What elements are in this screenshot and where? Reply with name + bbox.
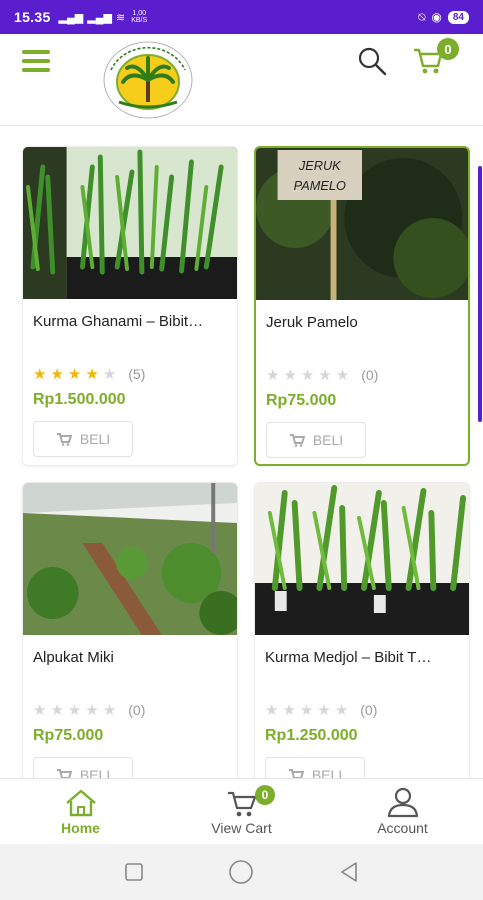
network-speed: 1,00 KB/S bbox=[131, 10, 147, 24]
buy-button[interactable]: BELI bbox=[33, 757, 133, 778]
star-icon: ★ bbox=[300, 367, 315, 384]
buy-button-label: BELI bbox=[312, 432, 344, 448]
buy-button[interactable]: BELI bbox=[33, 421, 133, 457]
brand-logo bbox=[103, 41, 193, 119]
cart-count-badge: 0 bbox=[255, 785, 275, 805]
review-count: (0) bbox=[360, 702, 378, 718]
product-image bbox=[255, 483, 469, 635]
buy-button[interactable]: BELI bbox=[266, 422, 366, 458]
nav-view-cart[interactable]: View Cart 0 bbox=[161, 779, 322, 844]
product-card[interactable]: Alpukat Miki ★ ★ ★ ★ ★ (0) Rp75.000 BELI bbox=[22, 482, 238, 778]
network-speed-unit: KB/S bbox=[131, 17, 148, 24]
nav-cart-label: View Cart bbox=[211, 820, 272, 836]
signal-icon: ▂▄▆ bbox=[58, 11, 84, 24]
buy-button[interactable]: BELI bbox=[265, 757, 365, 778]
back-icon[interactable] bbox=[336, 859, 362, 885]
star-icon: ★ bbox=[266, 367, 280, 384]
product-price: Rp75.000 bbox=[266, 392, 337, 409]
product-image: JERUK PAMELO bbox=[256, 148, 468, 300]
signal-icon-2: ▂▄▆ bbox=[87, 11, 112, 24]
cart-icon bbox=[56, 433, 72, 446]
cart-icon bbox=[288, 769, 304, 778]
status-time: 15.35 bbox=[14, 9, 51, 25]
nav-account-label: Account bbox=[377, 820, 428, 836]
review-count: (5) bbox=[128, 366, 146, 382]
cart-count-badge: 0 bbox=[437, 38, 459, 60]
product-title[interactable]: Alpukat Miki bbox=[33, 649, 229, 666]
star-icon: ★ bbox=[50, 366, 64, 383]
star-icon: ★ bbox=[335, 367, 350, 384]
product-card[interactable]: JERUK PAMELO Jeruk Pamelo ★ ★ ★ ★ ★ (0) … bbox=[254, 146, 470, 466]
buy-button-label: BELI bbox=[311, 767, 343, 778]
cart-icon bbox=[289, 434, 305, 447]
system-navigation-bar bbox=[0, 844, 483, 900]
star-icon: ★ bbox=[50, 702, 64, 719]
star-icon: ★ bbox=[67, 702, 82, 719]
product-rating: ★ ★ ★ ★ ★ (5) bbox=[33, 365, 145, 383]
product-title[interactable]: Kurma Ghanami – Bibit… bbox=[33, 313, 229, 330]
nav-home[interactable]: Home bbox=[0, 779, 161, 844]
buy-button-label: BELI bbox=[79, 767, 111, 778]
star-icon: ★ bbox=[265, 702, 279, 719]
star-icon: ★ bbox=[85, 366, 99, 383]
home-circle-icon[interactable] bbox=[228, 859, 254, 885]
wifi-icon: ≋ bbox=[115, 11, 126, 24]
buy-button-label: BELI bbox=[79, 431, 111, 447]
star-icon: ★ bbox=[85, 702, 99, 719]
star-icon: ★ bbox=[102, 702, 117, 719]
star-icon: ★ bbox=[282, 702, 296, 719]
product-image bbox=[23, 483, 237, 635]
review-count: (0) bbox=[361, 367, 379, 383]
product-image bbox=[23, 147, 237, 299]
cart-icon bbox=[227, 791, 256, 817]
svg-text:PAMELO: PAMELO bbox=[294, 178, 346, 193]
search-icon[interactable] bbox=[357, 46, 387, 76]
scrollbar[interactable] bbox=[478, 166, 482, 422]
nav-home-label: Home bbox=[61, 820, 100, 836]
star-icon: ★ bbox=[334, 702, 349, 719]
product-rating: ★ ★ ★ ★ ★ (0) bbox=[266, 366, 378, 384]
header-cart-button[interactable]: 0 bbox=[412, 38, 462, 80]
app-header: 0 bbox=[0, 34, 483, 126]
alarm-icon: ◉ bbox=[431, 10, 442, 24]
battery-indicator: 84 bbox=[447, 10, 469, 24]
star-icon: ★ bbox=[283, 367, 297, 384]
product-price: Rp1.500.000 bbox=[33, 391, 126, 408]
product-rating: ★ ★ ★ ★ ★ (0) bbox=[265, 701, 377, 719]
star-icon: ★ bbox=[318, 367, 332, 384]
home-icon bbox=[65, 789, 96, 817]
mute-icon: ⍉ bbox=[418, 9, 426, 24]
star-icon: ★ bbox=[33, 366, 47, 383]
star-icon: ★ bbox=[299, 702, 314, 719]
product-rating: ★ ★ ★ ★ ★ (0) bbox=[33, 701, 145, 719]
account-icon bbox=[387, 787, 418, 818]
nav-account[interactable]: Account bbox=[322, 779, 483, 844]
star-icon: ★ bbox=[67, 366, 82, 383]
star-icon: ★ bbox=[317, 702, 331, 719]
product-grid[interactable]: Kurma Ghanami – Bibit… ★ ★ ★ ★ ★ (5) Rp1… bbox=[0, 126, 483, 778]
cart-icon bbox=[56, 769, 72, 778]
network-speed-value: 1,00 bbox=[132, 10, 146, 17]
bottom-navigation: Home View Cart 0 Account bbox=[0, 778, 483, 844]
svg-text:JERUK: JERUK bbox=[298, 158, 342, 173]
product-card[interactable]: Kurma Ghanami – Bibit… ★ ★ ★ ★ ★ (5) Rp1… bbox=[22, 146, 238, 466]
recents-icon[interactable] bbox=[121, 859, 147, 885]
menu-icon[interactable] bbox=[22, 50, 50, 72]
status-bar: 15.35 ▂▄▆ ▂▄▆ ≋ 1,00 KB/S ⍉ ◉ 84 bbox=[0, 0, 483, 34]
product-title[interactable]: Kurma Medjol – Bibit T… bbox=[265, 649, 461, 666]
product-price: Rp1.250.000 bbox=[265, 727, 358, 744]
product-title[interactable]: Jeruk Pamelo bbox=[266, 314, 462, 331]
product-price: Rp75.000 bbox=[33, 727, 104, 744]
star-icon: ★ bbox=[102, 366, 117, 383]
star-icon: ★ bbox=[33, 702, 47, 719]
product-card[interactable]: Kurma Medjol – Bibit T… ★ ★ ★ ★ ★ (0) Rp… bbox=[254, 482, 470, 778]
review-count: (0) bbox=[128, 702, 146, 718]
